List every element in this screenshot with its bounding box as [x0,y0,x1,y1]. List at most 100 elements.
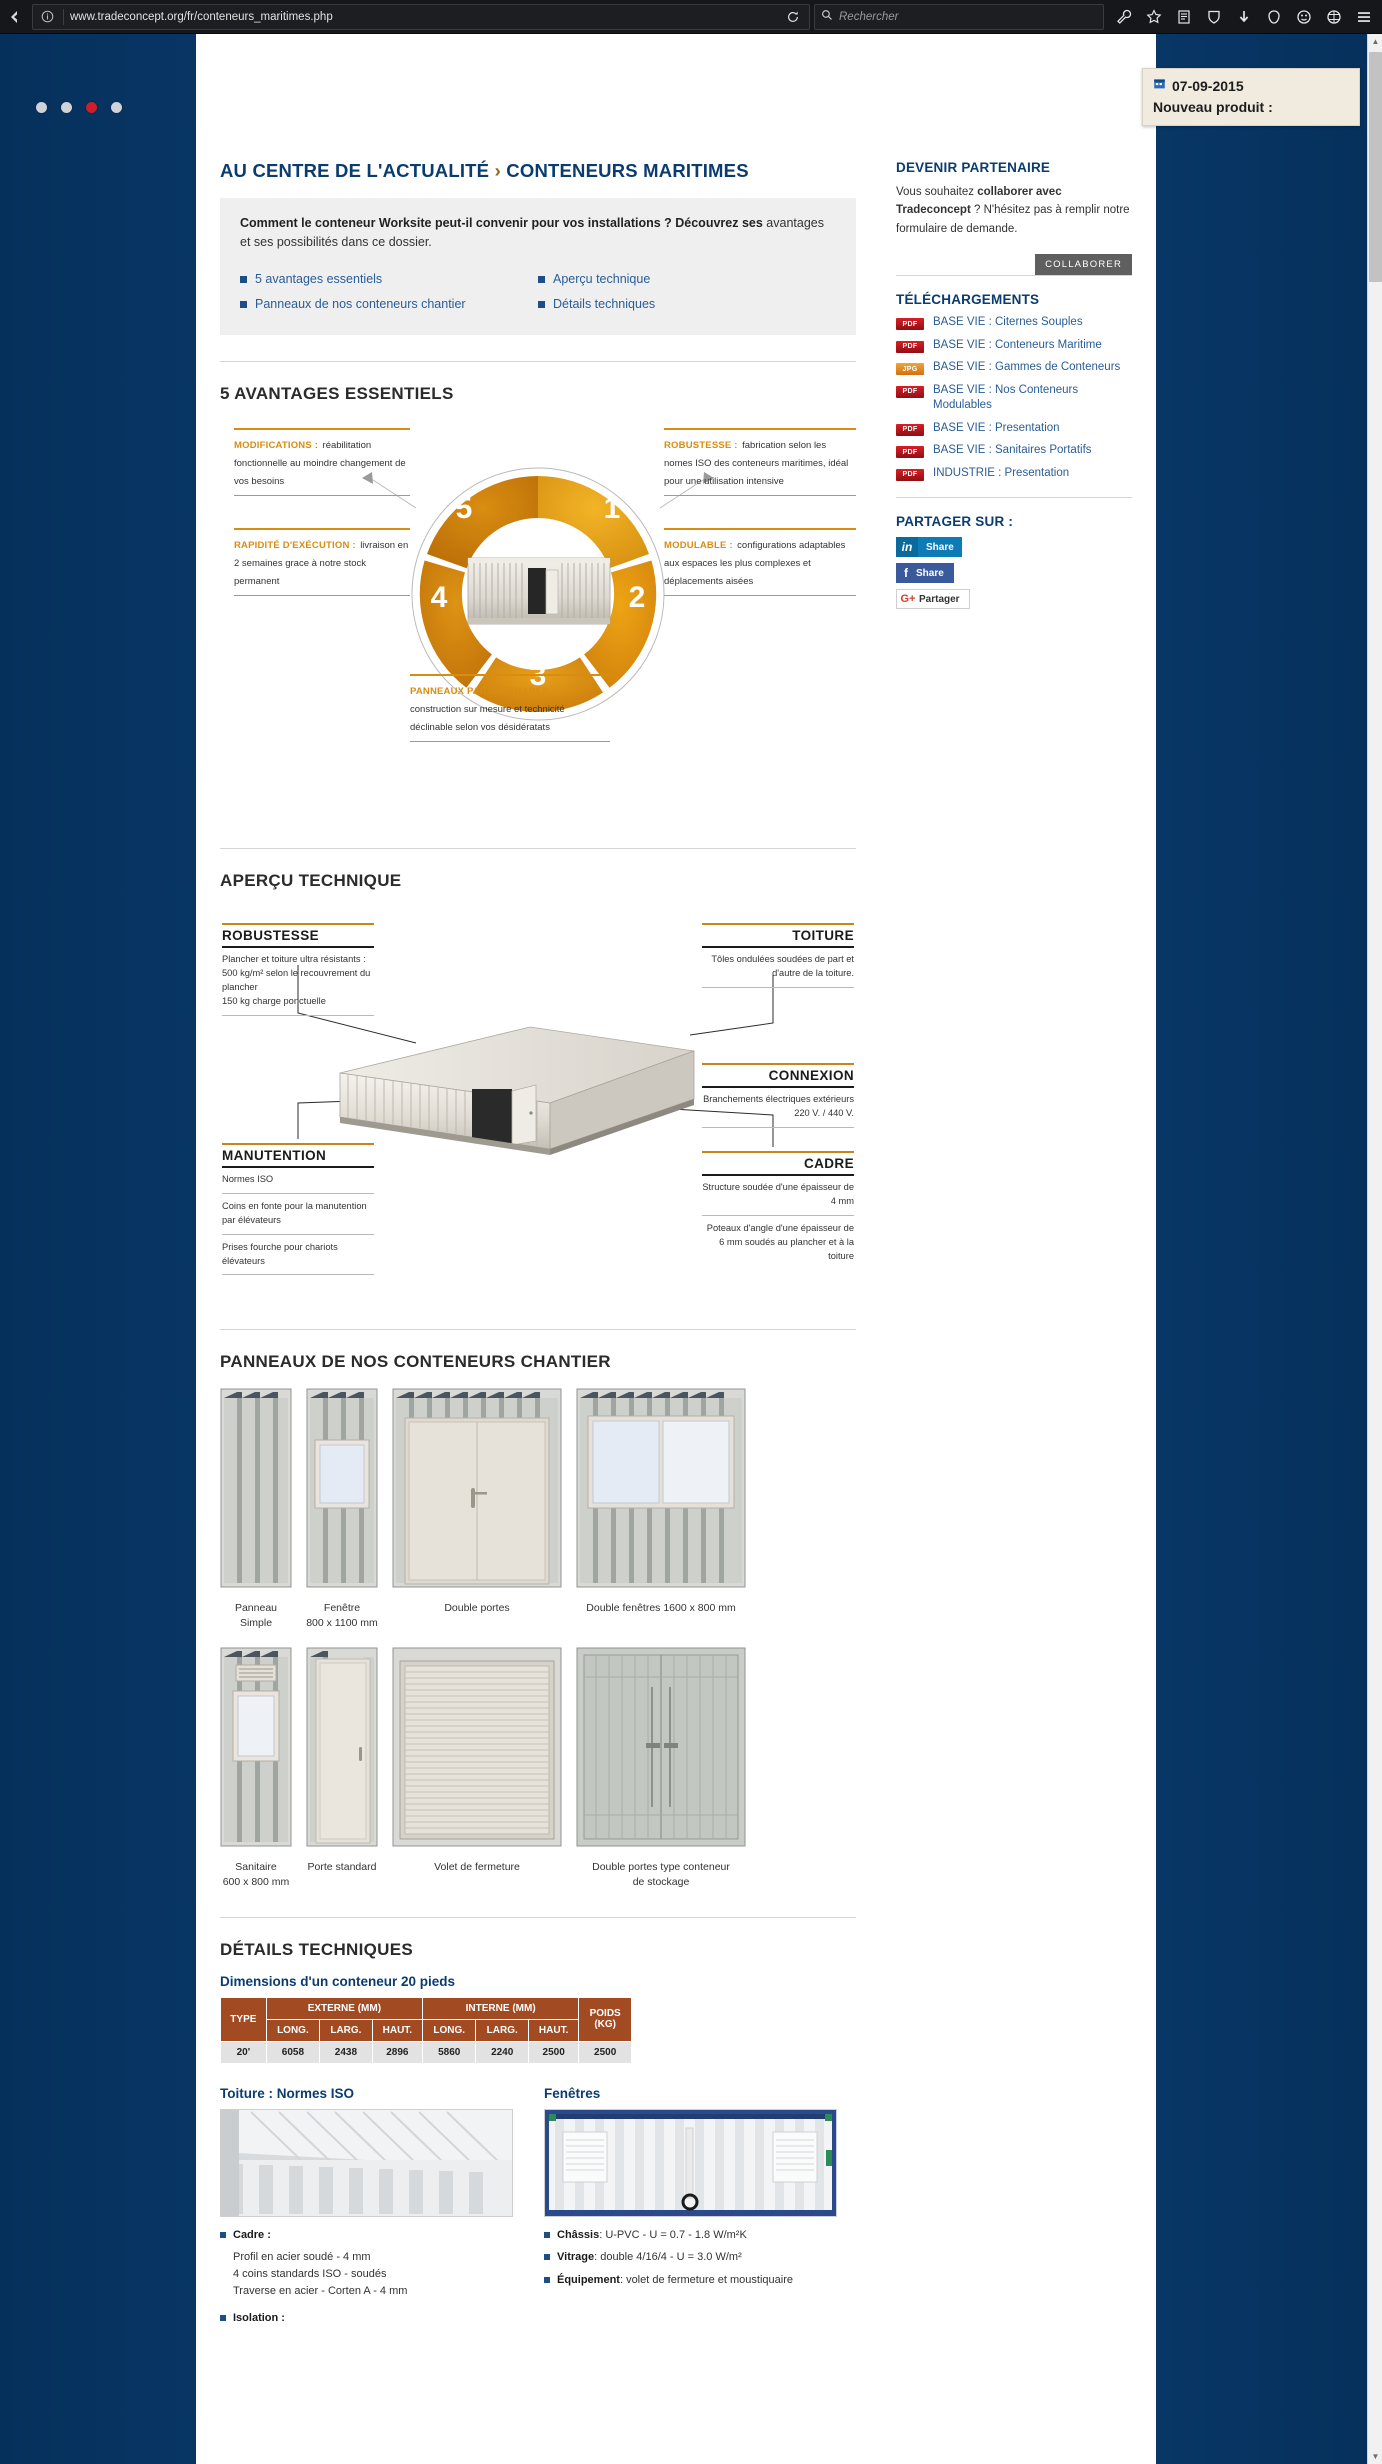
panel-item-doublewindow[interactable]: Double fenêtres 1600 x 800 mm [576,1388,746,1616]
callout-rule [222,1233,374,1235]
list-item-text: : U-PVC - U = 0.7 - 1.8 W/m²K [599,2228,747,2241]
search-input[interactable]: Rechercher [814,3,1104,30]
panel-item-doubledoor[interactable]: Double portes [392,1388,562,1616]
download-item[interactable]: PDF BASE VIE : Presentation [896,421,1132,437]
callout-line: Branchements électriques extérieurs 220 … [703,1093,854,1118]
scroll-down-arrow-icon[interactable]: ▼ [1368,2449,1382,2464]
cell-ext-haut: 2896 [371,2040,424,2064]
list-item-label: Isolation : [233,2312,285,2325]
sync-icon[interactable] [1320,3,1348,31]
menu-icon[interactable] [1350,3,1378,31]
list-item-label: Cadre : [233,2228,271,2241]
intro-link-label: Détails techniques [553,296,656,311]
scroll-up-arrow-icon[interactable]: ▲ [1368,34,1382,49]
callout-line: Structure soudée d'une épaisseur de 4 mm [702,1181,854,1206]
intro-link-label: Panneaux de nos conteneurs chantier [255,296,466,311]
collaborate-button[interactable]: COLLABORER [1035,254,1132,276]
intro-link-details[interactable]: Détails techniques [538,292,836,317]
download-link[interactable]: BASE VIE : Nos Conteneurs Modulables [933,383,1132,414]
download-link[interactable]: BASE VIE : Sanitaires Portatifs [933,443,1092,459]
callout-body: Normes ISO Coins en fonte pour la manute… [222,1168,374,1276]
search-icon [821,8,833,26]
breadcrumb-current: CONTENEURS MARITIMES [506,160,749,181]
download-item[interactable]: PDF BASE VIE : Conteneurs Maritime [896,338,1132,354]
slider-dot-3[interactable] [86,102,97,113]
table-header-row-2: LONG. LARG. HAUT. LONG. LARG. HAUT. [221,2018,632,2042]
list-item-text: : double 4/16/4 - U = 3.0 W/m² [594,2251,742,2264]
wrench-icon[interactable] [1110,3,1138,31]
panel-item-sanitaire[interactable]: Sanitaire 600 x 800 mm [220,1647,292,1890]
download-item[interactable]: JPG BASE VIE : Gammes de Conteneurs [896,360,1132,376]
divider [220,360,856,362]
share-facebook-button[interactable]: f Share [896,563,954,584]
reload-icon[interactable] [781,6,805,28]
panel-item-plain[interactable]: Panneau Simple [220,1388,292,1631]
star-icon[interactable] [1140,3,1168,31]
wheel-number-1: 1 [604,492,621,525]
pdf-badge-icon: PDF [896,446,924,459]
panel-caption: Panneau Simple [234,1601,278,1629]
download-link[interactable]: BASE VIE : Citernes Souples [933,315,1083,331]
list-item-text: : volet de fermeture et moustiquaire [619,2273,793,2286]
intro-link-avantages[interactable]: 5 avantages essentiels [240,267,538,292]
roof-photo-graphic [221,2109,512,2216]
intro-paragraph: Comment le conteneur Worksite peut-il co… [240,214,836,253]
scrollbar-thumb[interactable] [1369,52,1382,282]
downloads-list: PDF BASE VIE : Citernes Souples PDF BASE… [896,315,1132,481]
list-item: Châssis: U-PVC - U = 0.7 - 1.8 W/m²K [544,2227,844,2244]
slider-dot-4[interactable] [111,102,122,113]
panels-heading: PANNEAUX DE NOS CONTENEURS CHANTIER [220,1351,611,1371]
download-link[interactable]: INDUSTRIE : Presentation [933,466,1069,482]
download-item[interactable]: PDF BASE VIE : Sanitaires Portatifs [896,443,1132,459]
callout-rule [702,1214,854,1216]
intro-link-panneaux[interactable]: Panneaux de nos conteneurs chantier [240,292,538,317]
cell-int-haut: 2500 [527,2040,580,2064]
bullet-square-icon [544,2276,550,2283]
download-link[interactable]: BASE VIE : Presentation [933,421,1060,437]
slider-dot-1[interactable] [36,102,47,113]
wheel-number-4: 4 [431,581,448,614]
callout-connexion: CONNEXION Branchements électriques extér… [702,1062,854,1134]
callout-line: Poteaux d'angle d'une épaisseur de 6 mm … [706,1222,854,1261]
slider-dots[interactable] [36,102,122,113]
pdf-badge-icon: PDF [896,423,924,436]
advantage-label-panneaux: PANNEAUX PARAMÉTRABES : construction sur… [410,673,610,742]
main-column: AU CENTRE DE L'ACTUALITÉ › CONTENEURS MA… [220,138,856,2333]
sidebar: DEVENIR PARTENAIRE Vous souhaitez collab… [896,138,1132,615]
site-info-icon[interactable] [37,8,57,26]
intro-box: Comment le conteneur Worksite peut-il co… [220,198,856,335]
back-arrow-icon[interactable] [0,2,30,32]
subline: 4 coins standards ISO - soudés [233,2268,387,2281]
download-item[interactable]: PDF BASE VIE : Nos Conteneurs Modulables [896,383,1132,414]
pocket-icon[interactable] [1260,3,1288,31]
list-item: Isolation : [220,2310,520,2327]
panel-item-window[interactable]: Fenêtre 800 x 1100 mm [306,1388,378,1631]
panel-item-shutter[interactable]: Volet de fermeture [392,1647,562,1875]
list-item: Équipement: volet de fermeture et mousti… [544,2272,844,2289]
download-item[interactable]: PDF BASE VIE : Citernes Souples [896,315,1132,331]
callout-line: Normes ISO [222,1173,274,1184]
callout-cadre: CADRE Structure soudée d'une épaisseur d… [702,1150,854,1264]
list-sublines: Profil en acier soudé - 4 mm 4 coins sta… [220,2249,520,2300]
callout-title: CADRE [702,1150,854,1176]
panel-item-storagedoors[interactable]: Double portes type conteneur de stockage [576,1647,746,1890]
callout-toiture: TOITURE Tôles ondulées soudées de part e… [702,922,854,994]
slider-dot-2[interactable] [61,102,72,113]
account-icon[interactable] [1290,3,1318,31]
download-icon[interactable] [1230,3,1258,31]
download-link[interactable]: BASE VIE : Conteneurs Maritime [933,338,1102,354]
share-googleplus-button[interactable]: G+ Partager [896,589,970,610]
shield-icon[interactable] [1200,3,1228,31]
reader-icon[interactable] [1170,3,1198,31]
breadcrumb-parent[interactable]: AU CENTRE DE L'ACTUALITÉ [220,160,489,181]
pdf-badge-icon: PDF [896,385,924,398]
address-bar[interactable]: www.tradeconcept.org/fr/conteneurs_marit… [32,3,810,30]
download-link[interactable]: BASE VIE : Gammes de Conteneurs [933,360,1120,376]
panel-item-door[interactable]: Porte standard [306,1647,378,1875]
intro-link-apercu[interactable]: Aperçu technique [538,267,836,292]
page-scrollbar[interactable]: ▲ ▼ [1367,34,1382,2464]
news-teaser[interactable]: 07-09-2015 Nouveau produit : [1142,68,1360,126]
share-linkedin-button[interactable]: in Share [896,537,962,558]
download-item[interactable]: PDF INDUSTRIE : Presentation [896,466,1132,482]
news-title: Nouveau produit : [1153,99,1273,115]
